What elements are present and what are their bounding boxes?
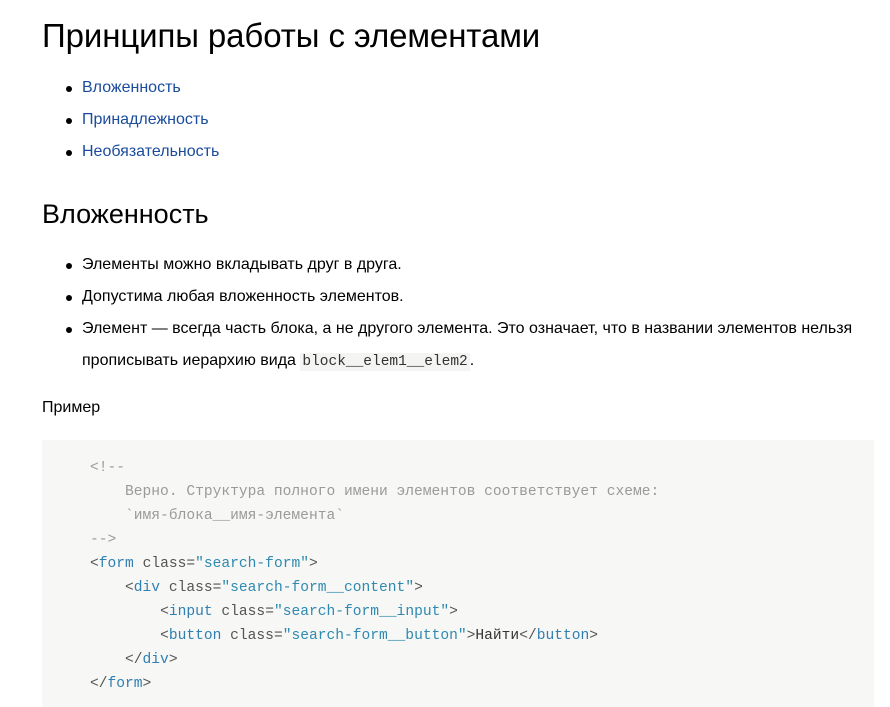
code-tag-name: form bbox=[98, 556, 134, 572]
list-item-text-end: . bbox=[469, 352, 475, 369]
code-block: <!-- Верно. Структура полного имени элем… bbox=[42, 440, 874, 707]
code-comment-open: <!-- bbox=[90, 460, 126, 476]
code-attr-value: "search-form__button" bbox=[282, 628, 467, 644]
code-content: <!-- Верно. Структура полного имени элем… bbox=[90, 460, 660, 692]
toc-item-optionality: Необязательность bbox=[42, 136, 219, 168]
bullet-icon bbox=[66, 118, 72, 124]
code-attr-name: class bbox=[221, 604, 266, 620]
list-item: Допустима любая вложенность элементов. bbox=[42, 281, 872, 313]
code-tag-name: button bbox=[536, 628, 590, 644]
toc-link-belonging[interactable]: Принадлежность bbox=[82, 111, 209, 128]
table-of-contents: Вложенность Принадлежность Необязательно… bbox=[42, 72, 219, 168]
code-attr-value: "search-form__content" bbox=[221, 580, 415, 596]
list-item: Элементы можно вкладывать друг в друга. bbox=[42, 249, 872, 281]
code-attr-name: class bbox=[168, 580, 213, 596]
section-points-list: Элементы можно вкладывать друг в друга. … bbox=[42, 249, 872, 378]
code-tag-name: button bbox=[168, 628, 222, 644]
code-tag-name: form bbox=[107, 676, 143, 692]
toc-link-nesting[interactable]: Вложенность bbox=[82, 79, 181, 96]
section-title: Вложенность bbox=[42, 199, 209, 229]
toc-item-belonging: Принадлежность bbox=[42, 104, 219, 136]
inline-code: block__elem1__elem2 bbox=[300, 353, 470, 371]
code-attr-value: "search-form" bbox=[195, 556, 309, 572]
code-comment-line: `имя-блока__имя-элемента` bbox=[90, 508, 344, 524]
bullet-icon bbox=[66, 327, 72, 333]
code-text: Найти bbox=[475, 628, 520, 644]
code-comment-close: --> bbox=[90, 532, 117, 548]
code-comment-line: Верно. Структура полного имени элементов… bbox=[90, 484, 660, 500]
example-label: Пример bbox=[42, 399, 101, 416]
code-tag-name: input bbox=[168, 604, 213, 620]
bullet-icon bbox=[66, 263, 72, 269]
list-item-text: Элементы можно вкладывать друг в друга. bbox=[82, 256, 402, 273]
list-item-text: Допустима любая вложенность элементов. bbox=[82, 288, 404, 305]
page: Принципы работы с элементами Вложенность… bbox=[0, 0, 890, 707]
toc-link-optionality[interactable]: Необязательность bbox=[82, 143, 219, 160]
toc-item-nesting: Вложенность bbox=[42, 72, 219, 104]
bullet-icon bbox=[66, 86, 72, 92]
bullet-icon bbox=[66, 295, 72, 301]
code-attr-value: "search-form__input" bbox=[273, 604, 450, 620]
list-item: Элемент — всегда часть блока, а не друго… bbox=[42, 313, 872, 378]
page-title: Принципы работы с элементами bbox=[42, 17, 541, 54]
code-attr-name: class bbox=[230, 628, 274, 644]
bullet-icon bbox=[66, 150, 72, 156]
code-tag-name: div bbox=[133, 580, 161, 596]
code-attr-name: class bbox=[142, 556, 187, 572]
code-tag-name: div bbox=[142, 652, 169, 668]
